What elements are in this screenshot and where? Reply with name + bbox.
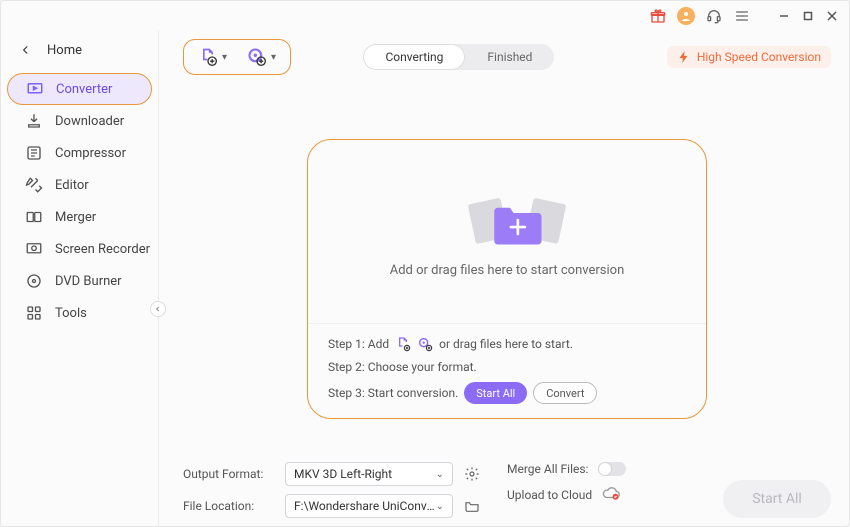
hamburger-icon[interactable]: [733, 7, 751, 25]
merge-files-label: Merge All Files:: [507, 462, 588, 476]
step-2: Step 2: Choose your format.: [328, 360, 686, 374]
downloader-icon: [25, 112, 43, 130]
drop-area[interactable]: Add or drag files here to start conversi…: [307, 139, 707, 419]
sidebar-collapse-button[interactable]: [150, 301, 166, 317]
step-text: Step 1: Add: [328, 337, 389, 351]
drop-upper: Add or drag files here to start conversi…: [308, 140, 706, 323]
file-location-select[interactable]: F:\Wondershare UniConverter 1 ⌄: [285, 494, 453, 518]
sidebar: Home Converter Downloader Compressor Ed: [1, 31, 159, 526]
sidebar-item-tools[interactable]: Tools: [7, 297, 152, 329]
sidebar-item-label: Editor: [55, 178, 89, 193]
content-area: ▾ ▾ Converting Finished High Speed Conve…: [159, 31, 849, 526]
add-dvd-button[interactable]: ▾: [247, 47, 276, 67]
add-disc-icon: [417, 336, 433, 352]
convert-pill[interactable]: Convert: [533, 382, 597, 404]
chevron-down-icon: ▾: [222, 52, 227, 63]
step-text: Step 3: Start conversion.: [328, 386, 458, 400]
gift-icon[interactable]: [649, 7, 667, 25]
chevron-left-icon: [154, 305, 162, 313]
titlebar: [1, 1, 849, 31]
converter-icon: [26, 80, 44, 98]
step-1: Step 1: Add or drag files here to start.: [328, 336, 686, 352]
drop-steps: Step 1: Add or drag files here to start.…: [308, 323, 706, 418]
maximize-button[interactable]: [801, 9, 815, 23]
chevron-down-icon: ⌄: [436, 469, 444, 480]
tabs: Converting Finished: [363, 44, 554, 70]
add-file-icon: [395, 336, 411, 352]
gear-icon[interactable]: [463, 465, 481, 483]
sidebar-item-label: Tools: [55, 306, 87, 321]
output-format-label: Output Format:: [183, 467, 275, 481]
file-location-label: File Location:: [183, 499, 275, 513]
compressor-icon: [25, 144, 43, 162]
sidebar-item-label: Converter: [56, 82, 112, 97]
sidebar-item-merger[interactable]: Merger: [7, 201, 152, 233]
tab-label: Converting: [385, 50, 443, 64]
add-file-icon: [198, 47, 218, 67]
headset-icon[interactable]: [705, 7, 723, 25]
chevron-left-icon: [19, 43, 33, 57]
chevron-down-icon: ▾: [271, 52, 276, 63]
high-speed-label: High Speed Conversion: [697, 50, 821, 64]
avatar[interactable]: [677, 7, 695, 25]
start-all-label: Start All: [752, 491, 802, 507]
select-value: F:\Wondershare UniConverter 1: [294, 499, 436, 513]
sidebar-item-compressor[interactable]: Compressor: [7, 137, 152, 169]
start-all-button[interactable]: Start All: [723, 480, 831, 518]
close-button[interactable]: [825, 9, 839, 23]
add-disc-icon: [247, 47, 267, 67]
sidebar-item-label: Screen Recorder: [55, 242, 150, 257]
editor-icon: [25, 176, 43, 194]
merger-icon: [25, 208, 43, 226]
add-file-button-group: ▾ ▾: [183, 39, 291, 75]
select-value: MKV 3D Left-Right: [294, 467, 392, 481]
upload-cloud-label: Upload to Cloud: [507, 488, 592, 502]
sidebar-item-dvd-burner[interactable]: DVD Burner: [7, 265, 152, 297]
tools-icon: [25, 304, 43, 322]
drop-hint: Add or drag files here to start conversi…: [390, 263, 625, 278]
folder-open-icon[interactable]: [463, 497, 481, 515]
chevron-down-icon: ⌄: [436, 501, 444, 512]
high-speed-badge[interactable]: High Speed Conversion: [667, 46, 831, 68]
sidebar-item-label: Downloader: [55, 114, 124, 129]
step-text: Step 2: Choose your format.: [328, 360, 477, 374]
tab-converting[interactable]: Converting: [363, 44, 465, 70]
screen-recorder-icon: [25, 240, 43, 258]
sidebar-item-converter[interactable]: Converter: [7, 73, 152, 105]
home-button[interactable]: Home: [1, 31, 158, 69]
pill-label: Convert: [546, 387, 584, 400]
output-format-select[interactable]: MKV 3D Left-Right ⌄: [285, 462, 453, 486]
sidebar-item-downloader[interactable]: Downloader: [7, 105, 152, 137]
app-window: Home Converter Downloader Compressor Ed: [0, 0, 850, 527]
step-text: or drag files here to start.: [439, 337, 573, 351]
home-label: Home: [47, 43, 82, 58]
topbar: ▾ ▾ Converting Finished High Speed Conve…: [183, 35, 831, 79]
sidebar-item-label: DVD Burner: [55, 274, 122, 289]
folder-illustration: [457, 185, 557, 249]
add-file-button[interactable]: ▾: [198, 47, 227, 67]
sidebar-item-screen-recorder[interactable]: Screen Recorder: [7, 233, 152, 265]
tab-label: Finished: [487, 50, 532, 64]
merge-toggle[interactable]: [598, 462, 626, 476]
sidebar-item-label: Compressor: [55, 146, 126, 161]
dvd-burner-icon: [25, 272, 43, 290]
bottom-bar: Output Format: MKV 3D Left-Right ⌄ File …: [183, 450, 831, 518]
sidebar-item-editor[interactable]: Editor: [7, 169, 152, 201]
start-all-pill[interactable]: Start All: [464, 382, 527, 404]
minimize-button[interactable]: [777, 9, 791, 23]
bolt-icon: [677, 50, 691, 64]
sidebar-item-label: Merger: [55, 210, 96, 225]
step-3: Step 3: Start conversion. Start All Conv…: [328, 382, 686, 404]
tab-finished[interactable]: Finished: [465, 44, 554, 70]
pill-label: Start All: [476, 387, 515, 400]
cloud-icon[interactable]: [602, 484, 620, 505]
